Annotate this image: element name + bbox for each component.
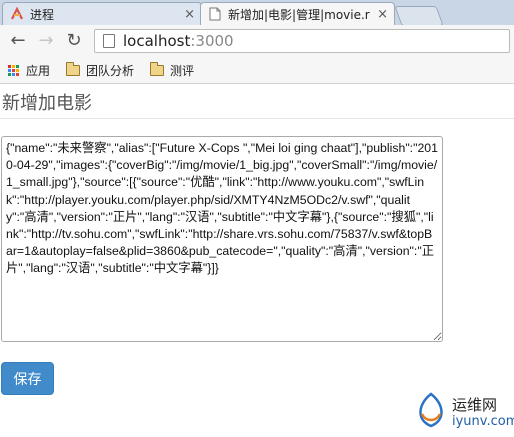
watermark-logo-icon [419, 392, 443, 428]
forward-button[interactable]: → [36, 31, 56, 51]
apps-grid-icon [8, 64, 20, 77]
page-content: 新增加电影 {"name":"未来警察","alias":["Future X-… [0, 84, 514, 437]
tab-title: 新增加|电影|管理|movie.r [228, 7, 370, 22]
url-port: :3000 [190, 32, 234, 50]
bookmark-label: 应用 [26, 64, 51, 78]
tab-title: 进程 [30, 7, 55, 22]
close-tab-icon[interactable]: × [184, 7, 195, 22]
tab-new-movie[interactable]: 新增加|电影|管理|movie.r × [200, 2, 395, 25]
watermark-en: iyunv.com [452, 414, 514, 429]
address-bar[interactable]: localhost:3000 [94, 29, 510, 53]
movie-json-textarea[interactable]: {"name":"未来警察","alias":["Future X-Cops "… [1, 136, 443, 342]
close-tab-icon[interactable]: × [377, 7, 388, 22]
url-host: localhost [123, 32, 191, 50]
tab-strip: 进程 × 新增加|电影|管理|movie.r × [0, 0, 514, 26]
watermark: 运维网 iyunv.com [412, 384, 514, 434]
folder-icon [66, 62, 81, 76]
back-button[interactable]: ← [8, 31, 28, 51]
page-favicon-icon [208, 7, 222, 21]
bookmark-label: 测评 [170, 64, 195, 78]
process-favicon-icon [10, 7, 24, 21]
bookmark-apps[interactable]: 应用 [8, 62, 50, 79]
watermark-cn: 运维网 [452, 396, 498, 414]
bookmark-label: 团队分析 [86, 64, 135, 78]
browser-toolbar: ← → ↻ localhost:3000 [0, 25, 514, 58]
bookmark-evaluation[interactable]: 测评 [150, 62, 194, 79]
page-title: 新增加电影 [2, 93, 92, 114]
url-text: localhost:3000 [123, 32, 234, 50]
save-button[interactable]: 保存 [1, 362, 54, 395]
bookmarks-bar: 应用 团队分析 测评 [0, 58, 514, 84]
new-tab-button[interactable] [394, 6, 444, 26]
page-icon [103, 34, 115, 48]
folder-icon [150, 62, 165, 76]
divider [0, 118, 514, 119]
bookmark-team-analysis[interactable]: 团队分析 [66, 62, 134, 79]
tab-process[interactable]: 进程 × [2, 2, 202, 25]
reload-button[interactable]: ↻ [64, 31, 84, 51]
